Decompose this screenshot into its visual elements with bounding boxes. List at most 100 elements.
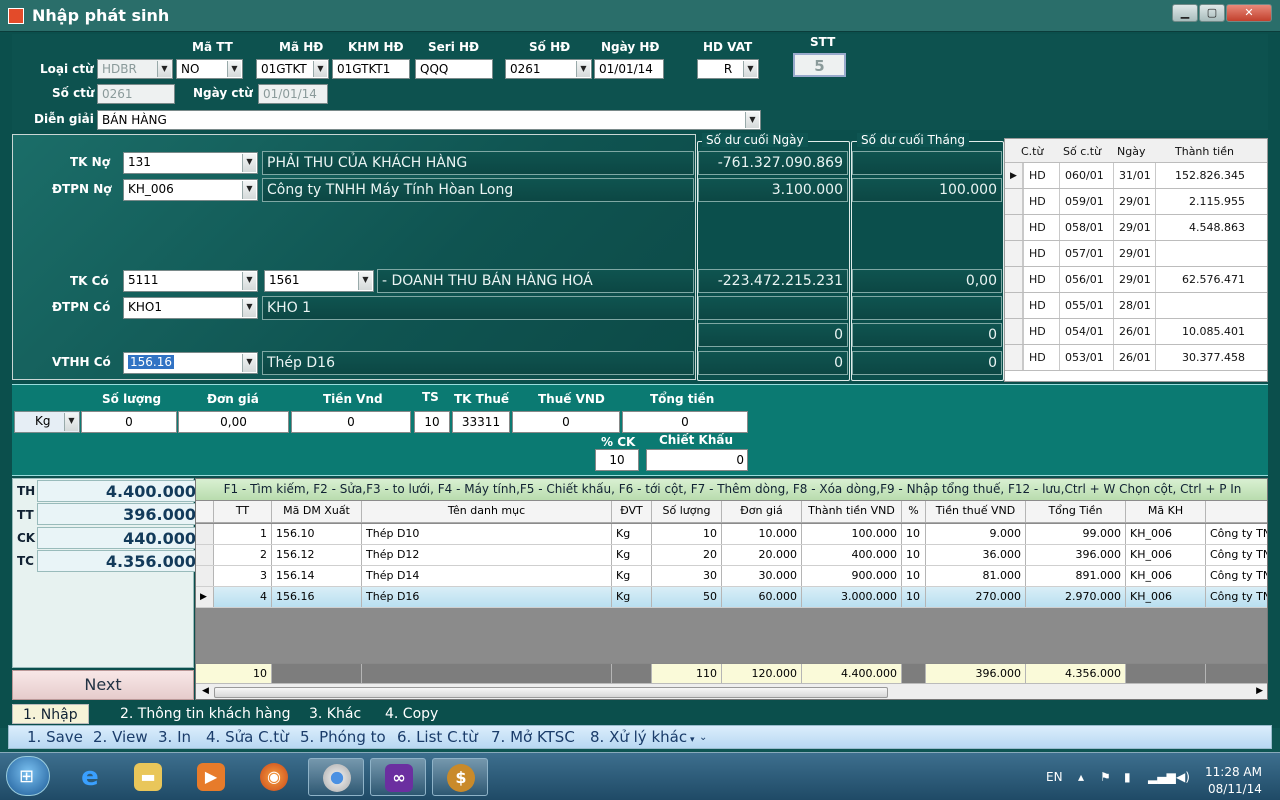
table-cell[interactable]: Kg — [612, 566, 652, 586]
table-cell[interactable]: 2 — [214, 545, 272, 565]
tong-tien-input[interactable]: 0 — [622, 411, 748, 433]
table-cell[interactable]: 30.000 — [722, 566, 802, 586]
tk-thue-input[interactable]: 33311 — [452, 411, 510, 433]
table-cell[interactable]: Thép D12 — [362, 545, 612, 565]
menu-phong-to[interactable]: 5. Phóng to — [300, 728, 386, 746]
taskbar-ie[interactable]: e — [62, 758, 118, 796]
loai-ctu-combo[interactable]: HDBR ▼ — [97, 59, 173, 79]
table-cell[interactable]: Công ty TNHH — [1206, 524, 1267, 544]
table-cell[interactable]: 4 — [214, 587, 272, 607]
table-cell[interactable]: 10.000 — [722, 524, 802, 544]
table-cell[interactable]: 81.000 — [926, 566, 1026, 586]
voucher-list-row[interactable]: HD 057/01 29/01 — [1005, 241, 1267, 267]
taskbar-chrome[interactable] — [308, 758, 364, 796]
tk-co-combo[interactable]: 5111 ▼ — [123, 270, 258, 292]
scroll-right-icon[interactable]: ▶ — [1256, 686, 1263, 696]
maximize-button[interactable]: ▢ — [1199, 4, 1225, 22]
voucher-list-grid[interactable]: C.từ Số c.từ Ngày Thành tiền ▶ HD 060/01 31… — [1004, 138, 1268, 382]
tk-no-combo[interactable]: 131 ▼ — [123, 152, 258, 174]
menu-view[interactable]: 2. View — [93, 728, 148, 746]
language-indicator[interactable]: EN — [1046, 770, 1063, 784]
row-selector[interactable] — [1005, 267, 1023, 292]
table-row[interactable]: 3 156.14 Thép D14 Kg 30 30.000 900.000 10 81.000… — [196, 566, 1267, 587]
ngay-hd-input[interactable]: 01/01/14 — [594, 59, 664, 79]
volume-icon[interactable]: ◀) — [1176, 770, 1190, 784]
tab-khac[interactable]: 3. Khác — [299, 704, 371, 724]
table-row[interactable]: 2 156.12 Thép D12 Kg 20 20.000 400.000 10 36.000… — [196, 545, 1267, 566]
don-gia-input[interactable]: 0,00 — [178, 411, 289, 433]
row-selector[interactable] — [196, 524, 214, 544]
grid-column-header[interactable]: Đơn giá — [722, 501, 802, 522]
table-cell[interactable]: 156.16 — [272, 587, 362, 607]
table-cell[interactable]: 156.14 — [272, 566, 362, 586]
ma-hd-combo[interactable]: 01GTKT ▼ — [256, 59, 329, 79]
tab-copy[interactable]: 4. Copy — [375, 704, 448, 724]
table-cell[interactable]: Công ty TNHH — [1206, 566, 1267, 586]
taskbar-explorer[interactable]: ▬ — [120, 758, 176, 796]
horizontal-scrollbar[interactable]: ◀ ▶ — [196, 683, 1267, 699]
action-center-icon[interactable]: ⚑ — [1100, 770, 1111, 784]
vthh-co-combo[interactable]: 156.16 ▼ — [123, 352, 258, 374]
grid-column-header[interactable]: Số lượng — [652, 501, 722, 522]
so-ctu-input[interactable]: 0261 — [97, 84, 175, 104]
table-cell[interactable]: 99.000 — [1026, 524, 1126, 544]
table-cell[interactable]: 30 — [652, 566, 722, 586]
table-cell[interactable]: 3.000.000 — [802, 587, 902, 607]
table-cell[interactable]: 60.000 — [722, 587, 802, 607]
table-cell[interactable]: 400.000 — [802, 545, 902, 565]
taskbar-media[interactable]: ▶ — [183, 758, 239, 796]
row-selector[interactable] — [1005, 319, 1023, 344]
table-cell[interactable]: 10 — [902, 566, 926, 586]
next-button[interactable]: Next — [12, 670, 194, 700]
table-cell[interactable]: 20 — [652, 545, 722, 565]
hd-vat-combo[interactable]: R ▼ — [697, 59, 759, 79]
network-icon[interactable]: ▂▄▆ — [1148, 770, 1176, 784]
table-cell[interactable]: 2.970.000 — [1026, 587, 1126, 607]
table-row[interactable]: ▶ 4 156.16 Thép D16 Kg 50 60.000 3.000.000 10 270… — [196, 587, 1267, 608]
tray-expand-icon[interactable]: ▴ — [1078, 770, 1084, 784]
so-luong-input[interactable]: 0 — [81, 411, 177, 433]
grid-column-header[interactable]: Mã DM Xuất — [272, 501, 362, 522]
menu-list-ctu[interactable]: 6. List C.từ — [397, 728, 478, 746]
table-row[interactable]: 1 156.10 Thép D10 Kg 10 10.000 100.000 10 9.000 9… — [196, 524, 1267, 545]
voucher-list-row[interactable]: HD 055/01 28/01 — [1005, 293, 1267, 319]
row-selector[interactable] — [1005, 345, 1023, 370]
row-selector[interactable] — [1005, 189, 1023, 214]
grid-column-header[interactable]: Tên danh mục — [362, 501, 612, 522]
clock-time[interactable]: 11:28 AM — [1205, 765, 1262, 779]
grid-column-header[interactable]: Mã KH — [1126, 501, 1206, 522]
menu-mo-ktsc[interactable]: 7. Mở KTSC — [491, 728, 575, 746]
table-cell[interactable]: KH_006 — [1126, 587, 1206, 607]
khm-hd-input[interactable]: 01GTKT1 — [332, 59, 410, 79]
row-selector[interactable]: ▶ — [196, 587, 214, 607]
grid-column-header[interactable]: ĐVT — [612, 501, 652, 522]
table-cell[interactable]: 3 — [214, 566, 272, 586]
tab-nhap[interactable]: 1. Nhập — [12, 704, 89, 724]
taskbar-accounting-app[interactable]: $ — [432, 758, 488, 796]
seri-hd-input[interactable]: QQQ — [415, 59, 493, 79]
table-cell[interactable]: Kg — [612, 545, 652, 565]
table-cell[interactable]: 396.000 — [1026, 545, 1126, 565]
table-cell[interactable]: 891.000 — [1026, 566, 1126, 586]
dien-giai-combo[interactable]: BÁN HÀNG ▼ — [97, 110, 761, 130]
table-cell[interactable]: 156.12 — [272, 545, 362, 565]
voucher-list-row[interactable]: HD 054/01 26/01 10.085.401 — [1005, 319, 1267, 345]
menu-save[interactable]: 1. Save — [27, 728, 83, 746]
pct-ck-input[interactable]: 10 — [595, 449, 639, 471]
table-cell[interactable]: KH_006 — [1126, 566, 1206, 586]
menu-xu-ly-khac[interactable]: 8. Xử lý khác ▾ — [590, 728, 694, 746]
table-cell[interactable]: 270.000 — [926, 587, 1026, 607]
table-cell[interactable]: 900.000 — [802, 566, 902, 586]
clock-date[interactable]: 08/11/14 — [1208, 782, 1262, 796]
row-selector[interactable] — [196, 545, 214, 565]
start-button[interactable]: ⊞ — [6, 756, 50, 796]
table-cell[interactable]: 10 — [902, 587, 926, 607]
dtpn-co-combo[interactable]: KHO1 ▼ — [123, 297, 258, 319]
table-cell[interactable]: Kg — [612, 587, 652, 607]
row-selector[interactable] — [1005, 241, 1023, 266]
close-button[interactable]: ✕ — [1226, 4, 1272, 22]
table-cell[interactable]: 156.10 — [272, 524, 362, 544]
table-cell[interactable]: 1 — [214, 524, 272, 544]
voucher-list-row[interactable]: HD 053/01 26/01 30.377.458 — [1005, 345, 1267, 371]
chiet-khau-input[interactable]: 0 — [646, 449, 748, 471]
